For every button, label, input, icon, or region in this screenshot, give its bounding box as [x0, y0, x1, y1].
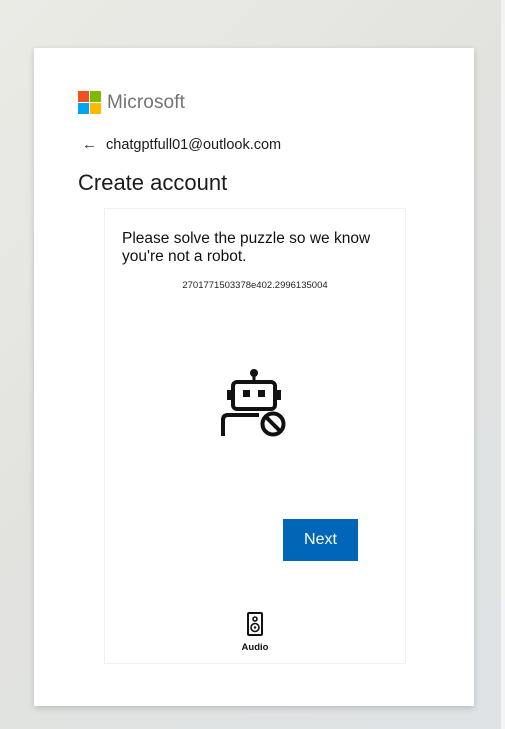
- microsoft-logo: Microsoft: [78, 91, 185, 114]
- logo-square-red: [78, 91, 89, 102]
- arrow-left-icon[interactable]: ←: [82, 136, 97, 153]
- microsoft-logo-icon: [78, 91, 101, 114]
- next-button[interactable]: Next: [283, 519, 358, 561]
- signup-card: Microsoft ← chatgptfull01@outlook.com Cr…: [34, 48, 474, 706]
- captcha-session-id: 2701771503378e402.2996135004: [182, 280, 328, 291]
- robot-blocked-icon: [221, 369, 286, 437]
- window-edge: [501, 0, 505, 729]
- captcha-frame: Please solve the puzzle so we know you'r…: [104, 208, 406, 664]
- logo-wordmark: Microsoft: [107, 91, 185, 113]
- audio-label: Audio: [241, 642, 269, 653]
- identity-banner: ← chatgptfull01@outlook.com: [82, 136, 281, 153]
- audio-button[interactable]: Audio: [230, 612, 280, 653]
- logo-square-yellow: [90, 103, 101, 114]
- captcha-instruction: Please solve the puzzle so we know you'r…: [122, 230, 371, 265]
- logo-square-blue: [78, 103, 89, 114]
- page-title: Create account: [78, 170, 228, 195]
- logo-square-green: [90, 91, 101, 102]
- speaker-icon: [247, 612, 263, 636]
- identity-email: chatgptfull01@outlook.com: [106, 136, 282, 153]
